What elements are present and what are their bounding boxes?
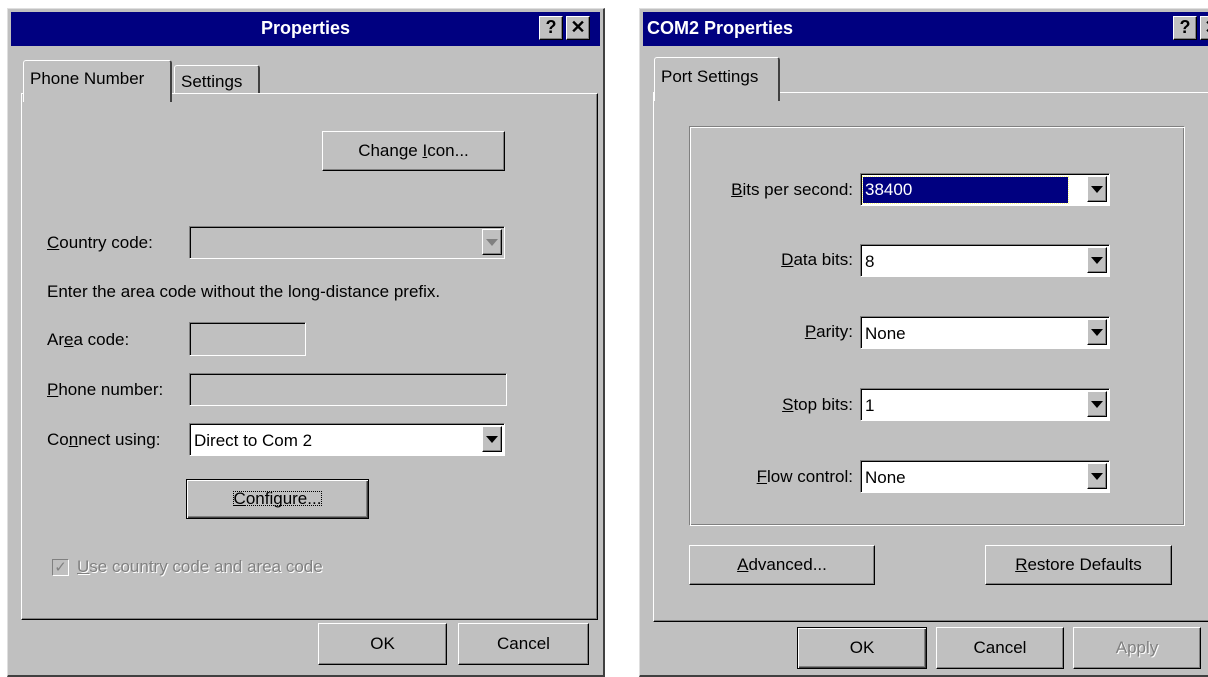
close-button[interactable]: ✕ (566, 16, 590, 40)
dropdown-arrow-icon[interactable] (1087, 319, 1107, 345)
cancel-button[interactable]: Cancel (458, 623, 589, 665)
flow-control-label: Flow control: (756, 467, 853, 486)
dropdown-arrow-icon[interactable] (1087, 463, 1107, 489)
close-button[interactable]: ✕ (1200, 16, 1208, 40)
cancel-button[interactable]: Cancel (936, 627, 1064, 669)
phone-number-label: Phone number: (47, 380, 164, 399)
tab-panel: Bits per second: 38400 Data bits: 8 Pari… (653, 92, 1208, 622)
tab-label: Phone Number (30, 69, 145, 88)
parity-label: Parity: (804, 322, 853, 341)
area-code-label: Area code: (47, 330, 130, 349)
dropdown-arrow-icon[interactable] (1087, 176, 1107, 202)
tab-panel: Change Icon... Country code: Enter the a… (21, 93, 598, 620)
stop-bits-label: Stop bits: (782, 395, 853, 414)
dropdown-arrow-icon[interactable] (482, 229, 502, 255)
help-button[interactable]: ? (539, 16, 563, 40)
help-button[interactable]: ? (1173, 16, 1197, 40)
area-code-field[interactable] (189, 322, 306, 356)
dialog-title: Properties (260, 18, 351, 38)
advanced-button[interactable]: Advanced... (689, 545, 875, 585)
use-country-code-checkbox[interactable]: ✓ (52, 559, 69, 576)
data-bits-dropdown[interactable]: 8 (860, 244, 1110, 277)
data-bits-label: Data bits: (781, 250, 853, 269)
connect-using-dropdown[interactable]: Direct to Com 2 (189, 423, 505, 456)
flow-control-dropdown[interactable]: None (860, 460, 1110, 493)
dialog-title: COM2 Properties (647, 18, 794, 38)
properties-dialog: Properties ? ✕ Phone Number Settings Cha… (7, 8, 605, 677)
tab-label: Port Settings (661, 67, 759, 86)
bits-per-second-label: Bits per second: (731, 180, 853, 199)
country-code-dropdown[interactable] (189, 226, 505, 259)
connect-using-label: Connect using: (47, 430, 161, 449)
title-bar[interactable]: Properties ? ✕ (11, 12, 600, 46)
configure-button[interactable]: Configure... (186, 479, 369, 519)
tab-phone-number[interactable]: Phone Number (23, 60, 172, 102)
phone-number-field[interactable] (189, 373, 507, 406)
stop-bits-dropdown[interactable]: 1 (860, 388, 1110, 421)
bits-per-second-dropdown[interactable]: 38400 (860, 173, 1110, 206)
parity-dropdown[interactable]: None (860, 316, 1110, 349)
restore-defaults-button[interactable]: Restore Defaults (985, 545, 1172, 585)
tab-port-settings[interactable]: Port Settings (654, 57, 780, 101)
country-code-label: Country code: (47, 233, 153, 252)
com2-properties-dialog: COM2 Properties ? ✕ Port Settings Bits p… (639, 8, 1208, 677)
dropdown-arrow-icon[interactable] (1087, 391, 1107, 417)
dropdown-arrow-icon[interactable] (1087, 247, 1107, 273)
change-icon-button[interactable]: Change Icon... (322, 131, 505, 171)
ok-button[interactable]: OK (797, 627, 927, 669)
tab-label: Settings (181, 72, 243, 91)
apply-button[interactable]: Apply (1073, 627, 1201, 669)
title-bar[interactable]: COM2 Properties ? ✕ (643, 12, 1208, 46)
ok-button[interactable]: OK (318, 623, 447, 665)
use-country-code-label: Use country code and area code (77, 557, 323, 576)
area-code-instruction: Enter the area code without the long-dis… (47, 282, 441, 301)
dropdown-arrow-icon[interactable] (482, 426, 502, 452)
